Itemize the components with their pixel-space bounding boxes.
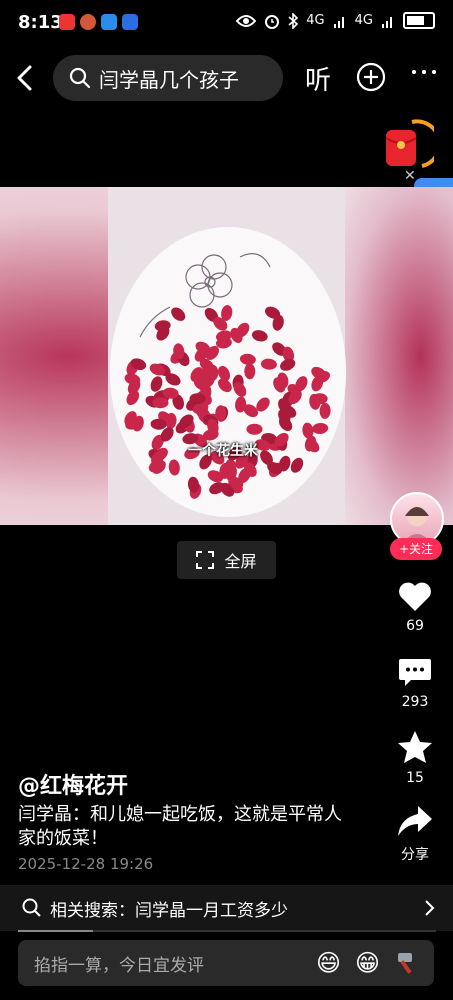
notification-icon-3	[101, 14, 117, 30]
hammer-icon[interactable]	[394, 950, 420, 976]
peanut	[171, 307, 186, 321]
emoji-laugh[interactable]: 😄	[316, 949, 341, 977]
signal-label-1: 4G	[306, 13, 325, 28]
notification-icon-4	[122, 14, 138, 30]
favorite-count: 15	[406, 770, 424, 786]
fullscreen-button[interactable]: 全屏	[177, 541, 276, 579]
red-packet-icon[interactable]	[382, 118, 434, 172]
search-query: 闫学晶几个孩子	[99, 67, 239, 92]
listen-button[interactable]: 听	[305, 60, 331, 97]
peanut	[290, 457, 304, 473]
like-button[interactable]: 69	[384, 580, 446, 634]
related-search-bar[interactable]: 相关搜索：闫学晶一月工资多少	[0, 885, 453, 931]
comment-input[interactable]: 掐指一算，今日宜发评 😄 😁	[18, 940, 434, 986]
signal-icon-2	[382, 16, 392, 28]
fullscreen-label: 全屏	[224, 552, 257, 571]
alarm-icon	[265, 14, 280, 29]
add-icon[interactable]	[356, 62, 386, 92]
peanut	[168, 459, 180, 476]
status-bar: 8:13 4G 4G	[0, 0, 453, 44]
plate-image	[110, 227, 346, 517]
comment-button[interactable]: 293	[384, 656, 446, 710]
peanut	[244, 363, 256, 380]
peanut	[189, 393, 206, 405]
post-date: 2025-12-28 19:26	[18, 855, 154, 873]
video-caption: 一个花生米	[188, 443, 258, 459]
notification-icon-1	[59, 14, 75, 30]
battery-icon	[403, 12, 435, 29]
peanut	[251, 330, 268, 342]
system-icons: 4G 4G	[236, 12, 435, 29]
author-name[interactable]: @红梅花开	[18, 768, 128, 800]
bluetooth-icon	[288, 12, 299, 29]
emoji-grin[interactable]: 😁	[355, 949, 380, 977]
share-button[interactable]: 分享	[384, 804, 446, 864]
status-time: 8:13	[18, 12, 63, 33]
peanuts-illustration	[124, 253, 331, 499]
signal-label-2: 4G	[354, 13, 373, 28]
comment-placeholder: 掐指一算，今日宜发评	[34, 955, 204, 976]
comment-icon	[399, 659, 431, 686]
search-icon	[22, 898, 41, 917]
playback-progress[interactable]	[18, 930, 436, 932]
star-icon	[398, 731, 432, 763]
share-icon	[398, 806, 432, 836]
comment-count: 293	[401, 694, 429, 710]
share-label: 分享	[401, 847, 429, 863]
back-icon[interactable]	[12, 62, 40, 94]
playback-progress-fill	[18, 930, 94, 932]
signal-icon-1	[333, 16, 344, 28]
chevron-right-icon	[425, 900, 435, 916]
like-count: 69	[406, 618, 424, 634]
eye-icon	[236, 14, 257, 27]
expand-icon	[196, 551, 215, 569]
follow-button[interactable]: +关注	[390, 538, 442, 560]
favorite-button[interactable]: 15	[384, 730, 446, 786]
video-player[interactable]: 一个花生米	[0, 187, 453, 525]
post-description: 闫学晶：和儿媳一起吃饭，这就是平常人家的饭菜！	[18, 804, 342, 849]
notification-icon-2	[80, 14, 96, 30]
peanut	[260, 358, 277, 370]
search-box[interactable]: 闫学晶几个孩子	[53, 55, 283, 101]
video-background-right	[345, 187, 453, 525]
peanut	[312, 422, 329, 435]
more-icon[interactable]	[412, 70, 438, 82]
heart-icon	[399, 582, 431, 611]
peanut	[319, 402, 331, 419]
peanut	[246, 423, 263, 435]
top-bar: 闫学晶几个孩子 听	[0, 52, 453, 104]
related-search-text: 相关搜索：闫学晶一月工资多少	[50, 900, 288, 921]
video-frame: 一个花生米	[108, 187, 346, 525]
search-icon	[69, 67, 91, 89]
